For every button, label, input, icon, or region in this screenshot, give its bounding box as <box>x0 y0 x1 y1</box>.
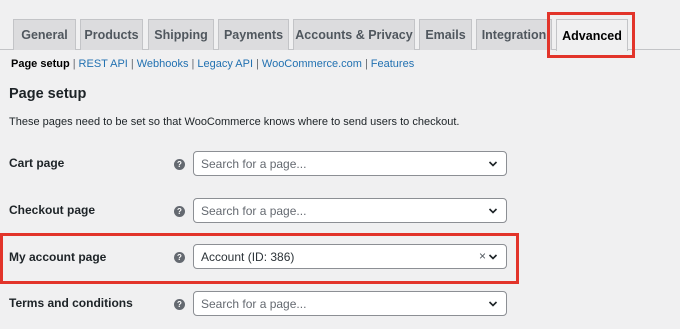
checkout-page-select[interactable]: Search for a page... <box>193 198 507 223</box>
checkout-page-label: Checkout page <box>9 203 96 217</box>
subnav-legacy-api[interactable]: Legacy API <box>197 58 253 70</box>
subnav-separator: | <box>130 58 134 70</box>
cart-page-label: Cart page <box>9 156 65 170</box>
chevron-down-icon <box>488 301 498 307</box>
section-description: These pages need to be set so that WooCo… <box>9 116 460 128</box>
terms-page-label: Terms and conditions <box>9 296 133 310</box>
subnav-page-setup[interactable]: Page setup <box>11 58 70 70</box>
tab-label: Accounts & Privacy <box>295 28 413 42</box>
help-icon[interactable]: ? <box>174 252 185 263</box>
tab-emails[interactable]: Emails <box>419 19 472 50</box>
tab-shipping[interactable]: Shipping <box>148 19 214 50</box>
tab-label: Payments <box>223 28 284 42</box>
section-title: Page setup <box>9 86 87 102</box>
tab-label: Shipping <box>154 28 208 42</box>
subnav-woocommerce-com[interactable]: WooCommerce.com <box>262 58 362 70</box>
chevron-down-icon <box>488 161 498 167</box>
tab-accounts-privacy[interactable]: Accounts & Privacy <box>293 19 415 50</box>
tab-products[interactable]: Products <box>80 19 143 50</box>
tab-advanced[interactable]: Advanced <box>556 19 628 51</box>
select-value: Account (ID: 386) <box>201 249 295 264</box>
subnav-features[interactable]: Features <box>371 58 414 70</box>
subnav-rest-api[interactable]: REST API <box>79 58 128 70</box>
subnav-separator: | <box>191 58 195 70</box>
help-icon[interactable]: ? <box>174 299 185 310</box>
select-placeholder: Search for a page... <box>201 156 307 171</box>
chevron-down-icon <box>488 254 498 260</box>
help-icon[interactable]: ? <box>174 159 185 170</box>
settings-page: General Products Shipping Payments Accou… <box>0 0 680 329</box>
tab-label: General <box>21 28 68 42</box>
chevron-down-icon <box>488 208 498 214</box>
tab-label: Advanced <box>562 28 622 43</box>
help-icon[interactable]: ? <box>174 206 185 217</box>
tab-general[interactable]: General <box>13 19 76 50</box>
settings-tabs: General Products Shipping Payments Accou… <box>0 0 680 51</box>
my-account-page-label: My account page <box>9 250 107 264</box>
clear-icon[interactable]: × <box>479 249 486 263</box>
tab-label: Integration <box>481 28 547 42</box>
subnav-separator: | <box>256 58 259 70</box>
my-account-page-select[interactable]: Account (ID: 386) × <box>193 244 507 269</box>
select-placeholder: Search for a page... <box>201 296 307 311</box>
tab-label: Products <box>84 28 139 42</box>
subnav-separator: | <box>364 58 368 70</box>
tab-label: Emails <box>425 28 466 42</box>
select-placeholder: Search for a page... <box>201 203 307 218</box>
cart-page-select[interactable]: Search for a page... <box>193 151 507 176</box>
subnav-separator: | <box>72 58 76 70</box>
subsection-nav: Page setup | REST API | Webhooks | Legac… <box>11 57 414 71</box>
subnav-webhooks[interactable]: Webhooks <box>137 58 189 70</box>
tab-payments[interactable]: Payments <box>218 19 289 50</box>
terms-page-select[interactable]: Search for a page... <box>193 291 507 316</box>
tab-integration[interactable]: Integration <box>476 19 552 50</box>
